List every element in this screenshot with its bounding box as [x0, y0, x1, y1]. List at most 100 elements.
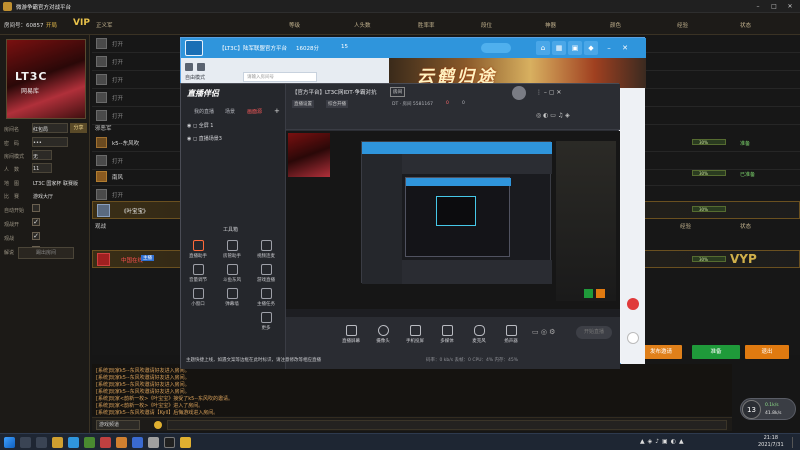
ready-button[interactable]: 准备 [692, 345, 740, 359]
slot-label: 打开 [112, 193, 124, 199]
system-clock[interactable]: 21:18 2021/7/31 [758, 435, 784, 449]
tab-source[interactable]: 画面源 [247, 108, 262, 115]
explorer-icon[interactable] [52, 437, 63, 448]
refresh-icon[interactable] [197, 63, 205, 71]
live-settings-chip[interactable]: 直播设置 [292, 100, 314, 108]
bottom-tool[interactable]: 手机投屏 [400, 325, 430, 344]
chat-log: [系统]玩家k5--东风吹邀请好友进入房间。 [系统]玩家k5--东风吹邀请好友… [92, 364, 732, 416]
scene-item[interactable]: ◉ ◻ 全屏 1 [187, 122, 213, 129]
room-badge[interactable]: 房间 [390, 87, 405, 97]
autostart-checkbox[interactable] [32, 204, 40, 212]
col-status: 状态 [740, 23, 752, 29]
chat-input[interactable] [167, 420, 727, 430]
nested-sidebar [362, 154, 402, 284]
bottom-tool[interactable]: 麦克风 [464, 325, 494, 344]
back-icon[interactable] [185, 63, 193, 71]
app-icon[interactable] [116, 437, 127, 448]
bottom-tool[interactable]: 多媒体 [432, 325, 462, 344]
slot-badge-icon [96, 110, 107, 121]
app-icon[interactable] [180, 437, 191, 448]
close-icon[interactable]: ✕ [784, 2, 796, 11]
chat-line: [系统]玩家k5--东风吹邀请好友进入房间。 [96, 368, 190, 374]
app-logo-icon [3, 2, 12, 11]
volume-icon [192, 264, 204, 275]
player-name: 南风 [112, 175, 124, 181]
bottom-tool[interactable]: 摄像头 [368, 325, 398, 344]
grid-icon[interactable]: ▦ [552, 41, 566, 55]
show-desktop[interactable] [792, 437, 798, 448]
tool-item[interactable]: 游戏直播 [255, 264, 277, 283]
app-icon[interactable] [164, 437, 175, 448]
record-icon[interactable] [627, 298, 639, 310]
header-tool-icons[interactable]: ◎ ◐ ▭ ♫ ◈ [536, 112, 570, 119]
tool-item[interactable]: 更多 [255, 312, 277, 331]
chat-line: [系统]玩家<韵新一枚>《叶宝宝》进入了房间。 [96, 403, 204, 409]
close-icon[interactable]: ✕ [618, 41, 632, 55]
minimize-icon[interactable]: – [752, 2, 764, 11]
exp-progress: 30% [692, 139, 726, 145]
emoji-icon[interactable] [154, 421, 162, 429]
invite-button[interactable]: 发布邀请 [640, 345, 682, 359]
add-icon[interactable]: + [274, 107, 280, 115]
slot-badge-icon [96, 56, 107, 67]
window-controls[interactable]: ⋮ – ▢ ✕ [536, 89, 561, 96]
maximize-icon[interactable]: □ [768, 2, 780, 11]
coin-chip[interactable] [481, 43, 511, 53]
bell-icon[interactable]: ◆ [584, 41, 598, 55]
gift-icon[interactable]: ▣ [568, 41, 582, 55]
minimize-icon[interactable]: – [602, 41, 616, 55]
chat-input-row: 游戏频道 [92, 417, 732, 431]
tool-item[interactable]: 视频连麦 [255, 240, 277, 259]
app-icon[interactable] [68, 437, 79, 448]
tool-item[interactable]: 直播助手 [187, 240, 209, 259]
profile-label-mode: 房间模式 [4, 154, 25, 160]
share-button[interactable]: 分享 [70, 123, 87, 133]
home-tab-icon[interactable]: ⌂ [536, 41, 550, 55]
start-live-button[interactable]: 开始直播 [576, 326, 612, 339]
toolbox-title: 工具箱 [223, 227, 239, 233]
bottom-tool[interactable]: 扬声器 [496, 325, 526, 344]
avatar[interactable] [512, 86, 526, 100]
task-view-icon[interactable] [36, 437, 47, 448]
tool-item[interactable]: 小窗口 [187, 288, 209, 307]
room-search-input[interactable]: 请输入房间号 [243, 72, 317, 82]
app-icon[interactable] [84, 437, 95, 448]
spectate-checkbox[interactable]: ✓ [32, 232, 40, 240]
extra-icons[interactable]: ▭ ◎ ⚙ [532, 328, 555, 336]
slot-badge-icon [96, 38, 107, 49]
bottom-tool[interactable]: 直播屏幕 [336, 325, 366, 344]
score-text: 16028分 [296, 46, 319, 52]
tab-my-live[interactable]: 我的直播 [194, 108, 214, 115]
screen-icon [345, 325, 357, 336]
settings-icon[interactable] [627, 332, 639, 344]
assistant-icon [192, 240, 204, 251]
room-header: 房间号：60857 开局 VIP 正义军 等级 人头数 胜率率 段位 神器 颜色… [0, 13, 800, 35]
slot-label: 打开 [112, 96, 124, 102]
network-widget[interactable]: 13 0.1k/s 41.8k/s [740, 398, 796, 420]
kick-button[interactable]: 踢出房间 [18, 247, 74, 259]
leave-button[interactable]: 退出 [745, 345, 789, 359]
game-window-title: 微游争霸官方对战平台 [16, 5, 72, 11]
mode-select[interactable]: 自由模式 [185, 74, 205, 81]
home-icon[interactable] [185, 40, 203, 56]
spectate-open-checkbox[interactable]: ✓ [32, 218, 40, 226]
vyp-badge: VYP [730, 252, 757, 266]
app-icon[interactable] [148, 437, 159, 448]
tray-icons[interactable]: ▲◈♪▣◐▲ [640, 438, 687, 445]
tool-item[interactable]: 房管助手 [221, 240, 243, 259]
scene-item[interactable]: ◉ ◻ 直播场景3 [187, 135, 222, 142]
match-value: 游戏大厅 [33, 194, 54, 200]
admin-icon [226, 240, 238, 251]
search-icon[interactable] [20, 437, 31, 448]
tool-item[interactable]: 音量调节 [187, 264, 209, 283]
tool-item[interactable]: 主播任务 [255, 288, 277, 307]
tool-item[interactable]: 弹幕墙 [221, 288, 243, 307]
comprehensive-chip[interactable]: 综合开播 [326, 100, 348, 108]
app-icon[interactable] [132, 437, 143, 448]
app-icon[interactable] [100, 437, 111, 448]
nested-titlebar [362, 142, 552, 154]
chat-channel-select[interactable]: 游戏频道 [96, 420, 140, 430]
tool-item[interactable]: 斗鱼东风 [221, 264, 243, 283]
start-icon[interactable] [4, 437, 15, 448]
tab-scene[interactable]: 场景 [225, 108, 235, 115]
